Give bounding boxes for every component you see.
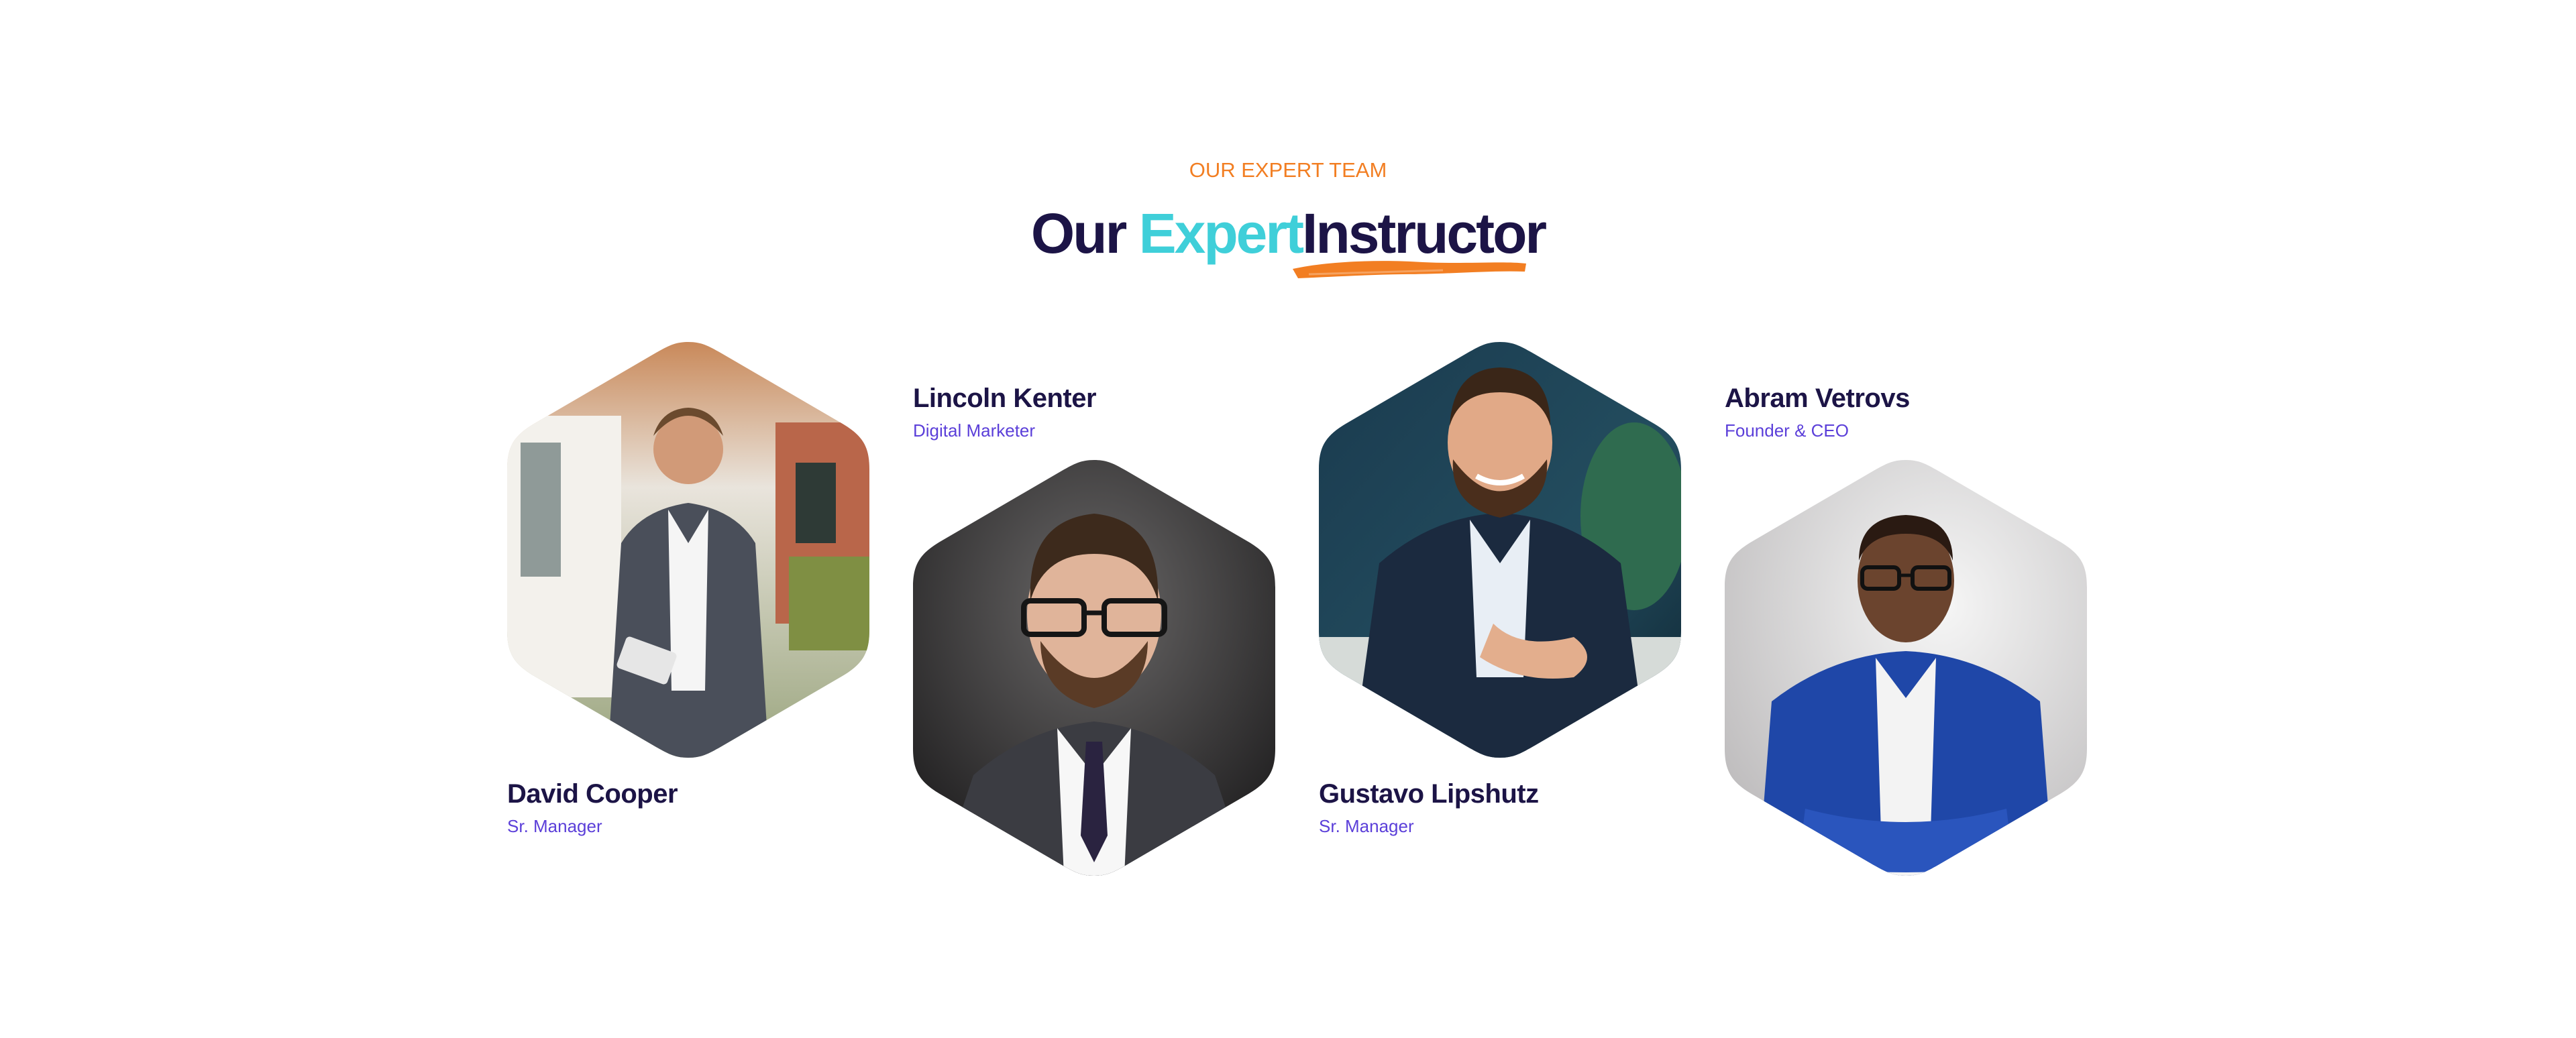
team-photo-david-cooper [507, 342, 869, 758]
team-photo-lincoln-kenter [913, 460, 1275, 876]
member-role: Digital Marketer [913, 420, 1036, 441]
member-name: Abram Vetrovs [1725, 384, 1910, 413]
member-name: Gustavo Lipshutz [1319, 779, 1539, 809]
member-role: Founder & CEO [1725, 420, 1849, 441]
section-eyebrow: OUR EXPERT TEAM [1189, 158, 1387, 182]
title-word-expert: Expert [1138, 202, 1304, 265]
member-name: Lincoln Kenter [913, 384, 1097, 413]
member-name: David Cooper [507, 779, 678, 809]
title-word-our: Our [1030, 202, 1127, 265]
title-word-instructor: Instructor [1293, 201, 1547, 278]
team-photo-abram-vetrovs [1725, 460, 2087, 876]
section-title: Our ExpertInstructor [0, 201, 2576, 278]
member-role: Sr. Manager [1319, 816, 1414, 836]
member-role: Sr. Manager [507, 816, 602, 836]
team-section: OUR EXPERT TEAM Our ExpertInstructor Dav… [0, 0, 2576, 1038]
team-photo-gustavo-lipshutz [1319, 342, 1681, 758]
